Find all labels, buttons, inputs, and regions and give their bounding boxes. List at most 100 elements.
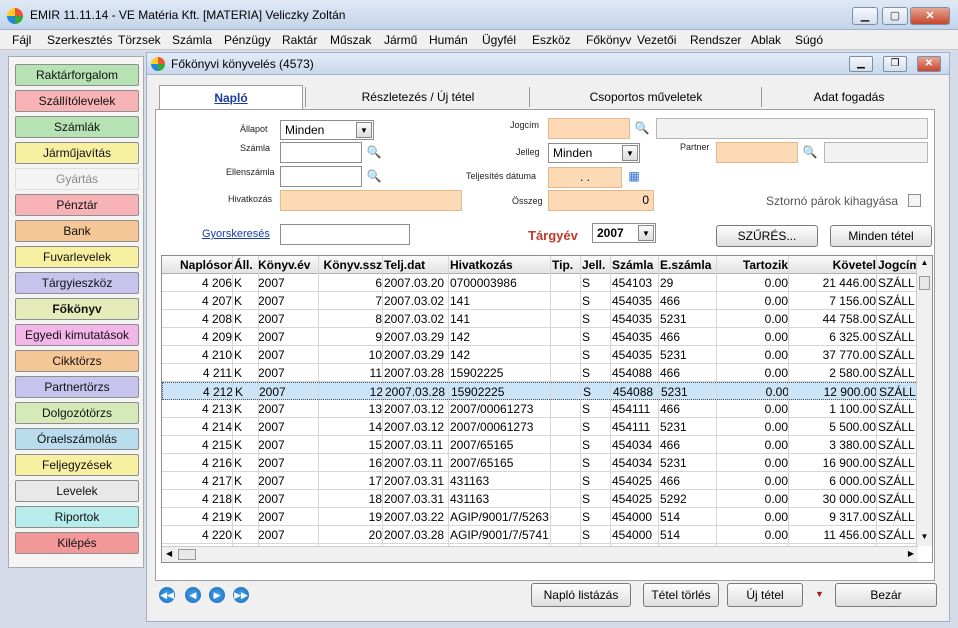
dropdown-arrow-icon[interactable]: ▼	[815, 589, 824, 599]
next-record-icon[interactable]: ▶	[209, 587, 225, 603]
targyev-select[interactable]: 2007 ▼	[592, 223, 656, 243]
minimize-button[interactable]: ▁	[852, 7, 878, 25]
nav-button[interactable]: Raktárforgalom	[15, 64, 139, 86]
vertical-scrollbar[interactable]: ▲ ▼	[916, 256, 932, 546]
nav-button[interactable]: Bank	[15, 220, 139, 242]
menu-item[interactable]: Vezetői	[637, 33, 676, 47]
menu-item[interactable]: Fájl	[12, 33, 31, 47]
column-header[interactable]: Követel	[790, 258, 876, 272]
search-icon[interactable]: 🔍	[366, 168, 382, 184]
tab-adat-fogadas[interactable]: Adat fogadás	[763, 85, 935, 109]
first-record-icon[interactable]: ◀◀	[159, 587, 175, 603]
nav-button[interactable]: Feljegyzések	[15, 454, 139, 476]
menu-item[interactable]: Humán	[429, 33, 468, 47]
nav-button[interactable]: Tárgyieszköz	[15, 272, 139, 294]
table-row[interactable]: 4 215 K 2007 15 2007.03.11 2007/65165 S 454034 4…	[162, 436, 918, 454]
column-header[interactable]: Számla	[612, 258, 658, 272]
sztorno-checkbox[interactable]	[908, 194, 921, 207]
gyorskereses-link[interactable]: Gyorskeresés	[202, 228, 270, 240]
table-row[interactable]: 4 207 K 2007 7 2007.03.02 141 S 454035 466 0.00 7 …	[162, 292, 918, 310]
table-row[interactable]: 4 214 K 2007 14 2007.03.12 2007/00061273 S 4541…	[162, 418, 918, 436]
table-row[interactable]: 4 212 K 2007 12 2007.03.28 15902225 S 454088 523…	[162, 382, 918, 400]
search-icon[interactable]: 🔍	[634, 120, 650, 136]
table-row[interactable]: 4 208 K 2007 8 2007.03.02 141 S 454035 5231 0.00 4…	[162, 310, 918, 328]
jelleg-select[interactable]: Minden ▼	[548, 143, 640, 163]
tab-csoportos[interactable]: Csoportos műveletek	[531, 85, 761, 109]
column-header[interactable]: Áll.	[234, 258, 258, 272]
table-row[interactable]: 4 211 K 2007 11 2007.03.28 15902225 S 454088 466…	[162, 364, 918, 382]
menu-item[interactable]: Ablak	[751, 33, 781, 47]
column-header[interactable]: Tartozik	[718, 258, 788, 272]
nav-button[interactable]: Egyedi kimutatások	[15, 324, 139, 346]
gyorskereses-input[interactable]	[280, 224, 410, 245]
szures-button[interactable]: SZŰRÉS...	[716, 225, 818, 247]
column-header[interactable]: Jell.	[582, 258, 608, 272]
nav-button[interactable]: Cikktörzs	[15, 350, 139, 372]
jogcim-input[interactable]	[548, 118, 630, 139]
menu-item[interactable]: Pénzügy	[224, 33, 271, 47]
table-row[interactable]: 4 220 K 2007 20 2007.03.28 AGIP/9001/7/5741 S 4…	[162, 526, 918, 544]
nav-button[interactable]: Riportok	[15, 506, 139, 528]
column-header[interactable]: Jogcím	[878, 258, 918, 272]
search-icon[interactable]: 🔍	[802, 144, 818, 160]
table-row[interactable]: 4 216 K 2007 16 2007.03.11 2007/65165 S 454034 5…	[162, 454, 918, 472]
table-row[interactable]: 4 217 K 2007 17 2007.03.31 431163 S 454025 466 0.…	[162, 472, 918, 490]
column-header[interactable]: Naplósor	[164, 258, 232, 272]
allapot-select[interactable]: Minden ▼	[280, 120, 374, 140]
column-header[interactable]: E.számla	[660, 258, 716, 272]
menu-item[interactable]: Eszköz	[532, 33, 571, 47]
nav-button[interactable]: Kilépés	[15, 532, 139, 554]
column-header[interactable]: Könyv.év	[258, 258, 318, 272]
nav-button[interactable]: Főkönyv	[15, 298, 139, 320]
menu-item[interactable]: Súgó	[795, 33, 823, 47]
column-header[interactable]: Könyv.ssz	[318, 258, 382, 272]
child-restore-button[interactable]: ❐	[883, 56, 907, 72]
last-record-icon[interactable]: ▶▶	[233, 587, 249, 603]
nav-button[interactable]: Partnertörzs	[15, 376, 139, 398]
calendar-icon[interactable]: ▦	[626, 168, 642, 184]
menu-item[interactable]: Törzsek	[118, 33, 161, 47]
scroll-right-icon[interactable]: ▶	[908, 549, 914, 558]
close-button[interactable]: ✕	[910, 7, 950, 25]
table-row[interactable]: 4 219 K 2007 19 2007.03.22 AGIP/9001/7/5263 S 4…	[162, 508, 918, 526]
ellenszamla-input[interactable]	[280, 166, 362, 187]
column-header[interactable]: Telj.dat	[384, 258, 448, 272]
nav-button[interactable]: Járműjavítás	[15, 142, 139, 164]
scroll-up-icon[interactable]: ▲	[919, 258, 930, 270]
menu-item[interactable]: Jármű	[384, 33, 417, 47]
nav-button[interactable]: Óraelszámolás	[15, 428, 139, 450]
maximize-button[interactable]: ▢	[882, 7, 908, 25]
menu-item[interactable]: Főkönyv	[586, 33, 631, 47]
menu-item[interactable]: Számla	[172, 33, 212, 47]
horizontal-scrollbar[interactable]: ◀ ▶	[162, 546, 918, 562]
tab-reszletezes[interactable]: Részletezés / Új tétel	[307, 85, 529, 109]
bezar-button[interactable]: Bezár	[835, 583, 937, 607]
scroll-thumb[interactable]	[919, 276, 930, 290]
menu-item[interactable]: Rendszer	[690, 33, 741, 47]
child-close-button[interactable]: ✕	[917, 56, 941, 72]
nav-button[interactable]: Számlák	[15, 116, 139, 138]
teljesites-input[interactable]: . .	[548, 167, 622, 188]
tetel-torles-button[interactable]: Tétel törlés	[643, 583, 719, 607]
naplo-listazas-button[interactable]: Napló listázás	[531, 583, 631, 607]
scroll-down-icon[interactable]: ▼	[919, 532, 930, 544]
menu-item[interactable]: Raktár	[282, 33, 317, 47]
nav-button[interactable]: Szállítólevelek	[15, 90, 139, 112]
child-minimize-button[interactable]: ▁	[849, 56, 873, 72]
scroll-left-icon[interactable]: ◀	[166, 549, 172, 558]
table-row[interactable]: 4 209 K 2007 9 2007.03.29 142 S 454035 466 0.00 6 …	[162, 328, 918, 346]
menu-item[interactable]: Szerkesztés	[47, 33, 112, 47]
hivatkozas-input[interactable]	[280, 190, 462, 211]
column-header[interactable]: Hivatkozás	[450, 258, 550, 272]
tab-naplo[interactable]: Napló	[159, 85, 303, 109]
partner-input[interactable]	[716, 142, 798, 163]
table-row[interactable]: 4 213 K 2007 13 2007.03.12 2007/00061273 S 4541…	[162, 400, 918, 418]
nav-button[interactable]: Fuvarlevelek	[15, 246, 139, 268]
menu-item[interactable]: Műszak	[330, 33, 371, 47]
table-row[interactable]: 4 210 K 2007 10 2007.03.29 142 S 454035 5231 0.00…	[162, 346, 918, 364]
prev-record-icon[interactable]: ◀	[185, 587, 201, 603]
table-row[interactable]: 4 218 K 2007 18 2007.03.31 431163 S 454025 5292 0…	[162, 490, 918, 508]
menu-item[interactable]: Ügyfél	[482, 33, 516, 47]
nav-button[interactable]: Levelek	[15, 480, 139, 502]
nav-button[interactable]: Pénztár	[15, 194, 139, 216]
